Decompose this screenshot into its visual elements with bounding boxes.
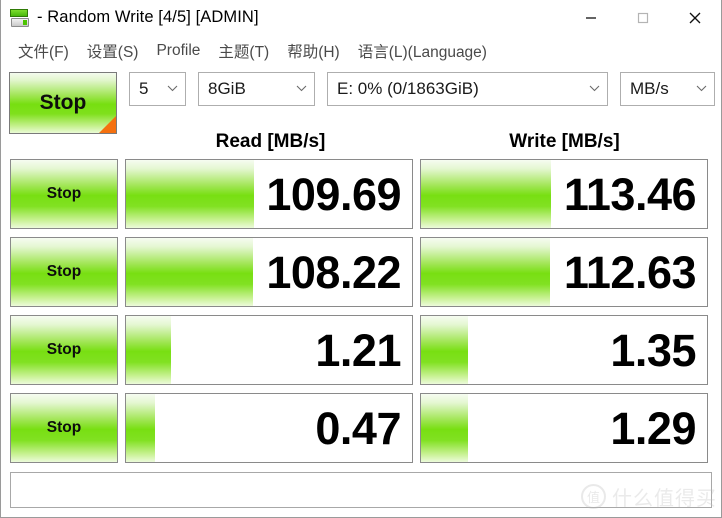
menu-item-profile[interactable]: Profile bbox=[147, 40, 209, 62]
close-button[interactable] bbox=[669, 0, 721, 35]
chevron-down-icon bbox=[588, 80, 601, 98]
window-controls bbox=[565, 0, 721, 35]
chevron-down-icon bbox=[695, 80, 708, 98]
crystaldiskmark-icon bbox=[9, 7, 31, 29]
write-result-value: 112.63 bbox=[563, 246, 697, 298]
row-stop-button-label: Stop bbox=[46, 419, 82, 436]
read-result-cell-4: 0.47 bbox=[125, 393, 413, 463]
loops-select[interactable]: 5 bbox=[129, 72, 186, 106]
row-stop-button-label: Stop bbox=[46, 263, 82, 280]
loops-select-value: 5 bbox=[139, 79, 149, 98]
test-size-select-value: 8GiB bbox=[208, 79, 246, 98]
minimize-icon bbox=[583, 10, 599, 26]
menu-bar: 文件(F) 设置(S) Profile 主题(T) 帮助(H) 语言(L)(La… bbox=[1, 36, 721, 66]
row-stop-button-2[interactable]: Stop bbox=[10, 237, 118, 307]
row-stop-button-1[interactable]: Stop bbox=[10, 159, 118, 229]
read-result-cell-2: 108.22 bbox=[125, 237, 413, 307]
write-result-cell-3: 1.35 bbox=[420, 315, 708, 385]
read-result-cell-3: 1.21 bbox=[125, 315, 413, 385]
write-result-cell-2: 112.63 bbox=[420, 237, 708, 307]
row-stop-button-4[interactable]: Stop bbox=[10, 393, 118, 463]
write-result-value: 1.35 bbox=[610, 324, 696, 376]
test-size-select[interactable]: 8GiB bbox=[198, 72, 315, 106]
read-result-value: 109.69 bbox=[266, 168, 401, 220]
all-stop-button[interactable]: Stop bbox=[9, 72, 117, 134]
drive-select[interactable]: E: 0% (0/1863GiB) bbox=[327, 72, 608, 106]
read-column-header: Read [MB/s] bbox=[215, 130, 326, 152]
title-bar: - Random Write [4/5] [ADMIN] bbox=[1, 0, 721, 36]
table-row: Stop 0.47 1.29 bbox=[10, 389, 712, 467]
maximize-icon bbox=[635, 10, 651, 26]
write-result-cell-1: 113.46 bbox=[420, 159, 708, 229]
crystaldiskmark-window: - Random Write [4/5] [ADMIN] 文件(F) 设置(S) bbox=[0, 0, 722, 518]
read-result-value: 0.47 bbox=[315, 402, 401, 454]
chevron-down-icon bbox=[295, 80, 308, 98]
chevron-down-icon bbox=[166, 80, 179, 98]
icon-green-bar bbox=[10, 8, 28, 17]
close-icon bbox=[686, 9, 704, 27]
status-bar bbox=[10, 472, 712, 508]
write-result-value: 113.46 bbox=[563, 168, 697, 220]
read-result-value: 1.21 bbox=[315, 324, 401, 376]
read-result-cell-1: 109.69 bbox=[125, 159, 413, 229]
all-stop-button-label: Stop bbox=[39, 91, 87, 114]
progress-corner-indicator bbox=[99, 116, 116, 133]
icon-drive-led bbox=[23, 19, 27, 25]
table-row: Stop 109.69 113.46 bbox=[10, 155, 712, 233]
menu-item-theme[interactable]: 主题(T) bbox=[209, 38, 278, 64]
menu-item-file[interactable]: 文件(F) bbox=[9, 38, 78, 64]
drive-select-value: E: 0% (0/1863GiB) bbox=[337, 79, 479, 98]
table-row: Stop 108.22 112.63 bbox=[10, 233, 712, 311]
write-column-header: Write [MB/s] bbox=[509, 130, 620, 152]
write-result-value: 1.29 bbox=[610, 402, 696, 454]
menu-item-help[interactable]: 帮助(H) bbox=[278, 38, 349, 64]
unit-select-value: MB/s bbox=[630, 79, 669, 98]
read-result-value: 108.22 bbox=[266, 246, 401, 298]
minimize-button[interactable] bbox=[565, 0, 617, 35]
maximize-button[interactable] bbox=[617, 0, 669, 35]
row-stop-button-3[interactable]: Stop bbox=[10, 315, 118, 385]
window-title: - Random Write [4/5] [ADMIN] bbox=[37, 8, 259, 26]
row-stop-button-label: Stop bbox=[46, 341, 82, 358]
write-result-cell-4: 1.29 bbox=[420, 393, 708, 463]
menu-item-language[interactable]: 语言(L)(Language) bbox=[349, 38, 496, 64]
menu-item-settings[interactable]: 设置(S) bbox=[78, 38, 148, 64]
toolbar: Stop 5 8GiB E: 0% (0/1863GiB) MB/s bbox=[1, 66, 721, 134]
unit-select[interactable]: MB/s bbox=[620, 72, 715, 106]
results-table: Stop 109.69 113.46 Stop 108.22 112.63 St… bbox=[1, 155, 721, 467]
table-row: Stop 1.21 1.35 bbox=[10, 311, 712, 389]
row-stop-button-label: Stop bbox=[46, 185, 82, 202]
icon-drive-body bbox=[11, 17, 29, 27]
